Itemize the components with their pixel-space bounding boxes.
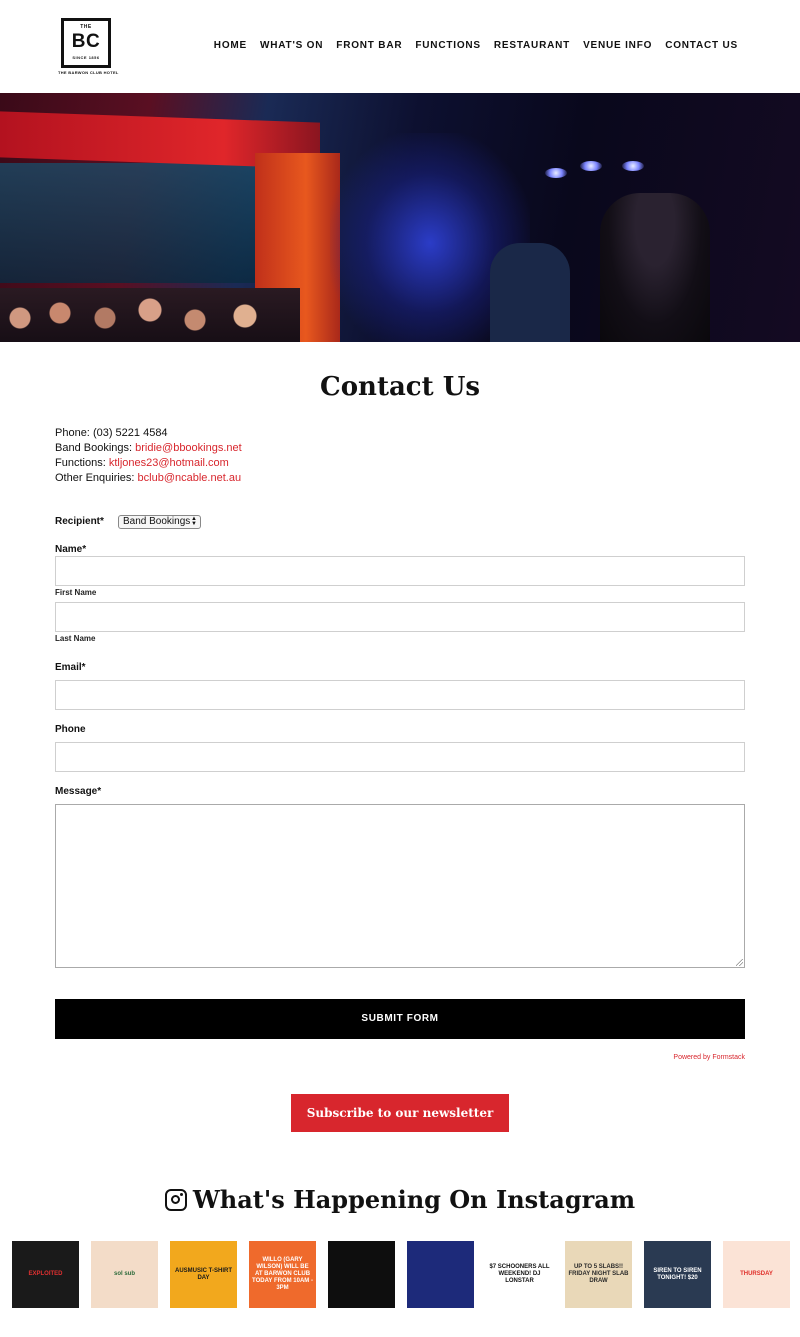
last-name-field[interactable] <box>55 602 745 632</box>
band-bookings-label: Band Bookings: <box>55 442 133 454</box>
site-header: THE BC SINCE 1856 THE BARWON CLUB HOTEL … <box>0 0 800 93</box>
band-bookings-email-link[interactable]: bridie@bbookings.net <box>135 442 242 454</box>
site-logo[interactable]: THE BC SINCE 1856 THE BARWON CLUB HOTEL <box>58 16 119 76</box>
nav-whats-on[interactable]: WHAT'S ON <box>260 40 323 51</box>
hero-singer <box>600 193 710 342</box>
band-bookings-line: Band Bookings: bridie@bbookings.net <box>55 441 242 456</box>
nav-functions[interactable]: FUNCTIONS <box>415 40 481 51</box>
instagram-post[interactable] <box>407 1241 474 1308</box>
message-label: Message* <box>55 786 102 797</box>
resize-grip-icon[interactable] <box>736 959 743 966</box>
instagram-post[interactable]: WILLO (GARY WILSON) WILL BE AT BARWON CL… <box>249 1241 316 1308</box>
instagram-feed: EXPLOITED sol sub AUSMUSIC T-SHIRT DAY WILL… <box>12 1241 790 1308</box>
instagram-post-text: AUSMUSIC T-SHIRT DAY <box>175 1267 232 1281</box>
instagram-heading: What's Happening On Instagram <box>0 1185 800 1214</box>
instagram-post[interactable]: THURSDAY <box>723 1241 790 1308</box>
logo-bc: BC <box>71 31 101 52</box>
instagram-post[interactable]: sol sub <box>91 1241 158 1308</box>
first-name-field[interactable] <box>55 556 745 586</box>
instagram-post-text: THURSDAY <box>740 1271 773 1277</box>
hero-image <box>0 93 800 342</box>
instagram-post-text: EXPLOITED <box>28 1271 63 1277</box>
newsletter-button[interactable]: Subscribe to our newsletter <box>291 1094 509 1132</box>
instagram-post[interactable]: SIREN TO SIREN TONIGHT! $20 <box>644 1241 711 1308</box>
logo-the: THE <box>80 24 92 30</box>
functions-email-link[interactable]: ktljones23@hotmail.com <box>109 457 229 469</box>
message-field[interactable] <box>55 804 745 968</box>
phone-line: Phone: (03) 5221 4584 <box>55 426 242 441</box>
instagram-post-text: sol sub <box>113 1271 135 1277</box>
nav-contact-us[interactable]: CONTACT US <box>665 40 738 51</box>
logo-frame: THE BC SINCE 1856 <box>61 18 111 68</box>
instagram-post[interactable] <box>328 1241 395 1308</box>
contact-title: Contact Us <box>320 372 480 402</box>
other-enquiries-line: Other Enquiries: bclub@ncable.net.au <box>55 471 242 486</box>
other-enquiries-label: Other Enquiries: <box>55 472 135 484</box>
instagram-post-text: UP TO 5 SLABS!! FRIDAY NIGHT SLAB DRAW <box>568 1264 629 1284</box>
powered-by-link[interactable]: Powered by Formstack <box>673 1054 745 1061</box>
instagram-post-text: SIREN TO SIREN TONIGHT! $20 <box>653 1267 702 1281</box>
email-label: Email* <box>55 662 86 673</box>
logo-subtitle: THE BARWON CLUB HOTEL <box>58 70 119 75</box>
nav-home[interactable]: HOME <box>214 40 247 51</box>
instagram-post-text: $7 SCHOONERS ALL WEEKEND! DJ LONSTAR <box>489 1264 550 1284</box>
submit-button[interactable]: SUBMIT FORM <box>55 999 745 1039</box>
hero-guitarist <box>490 243 570 342</box>
select-arrows-icon: ▲ ▼ <box>191 516 197 527</box>
phone-field-label: Phone <box>55 724 86 735</box>
nav-restaurant[interactable]: RESTAURANT <box>494 40 570 51</box>
last-name-label: Last Name <box>55 634 96 643</box>
name-label: Name* <box>55 544 87 555</box>
hero-wall <box>0 163 260 283</box>
other-enquiries-email-link[interactable]: bclub@ncable.net.au <box>138 472 242 484</box>
email-field[interactable] <box>55 680 745 710</box>
phone-label: Phone: <box>55 427 90 439</box>
instagram-post[interactable]: AUSMUSIC T-SHIRT DAY <box>170 1241 237 1308</box>
stage-light <box>622 161 644 171</box>
recipient-label: Recipient* <box>55 516 104 527</box>
instagram-icon <box>164 1189 187 1211</box>
stage-light <box>545 168 567 178</box>
phone-number: (03) 5221 4584 <box>92 427 168 439</box>
nav-front-bar[interactable]: FRONT BAR <box>336 40 402 51</box>
functions-line: Functions: ktljones23@hotmail.com <box>55 456 242 471</box>
functions-label: Functions: <box>55 457 106 469</box>
instagram-title: What's Happening On Instagram <box>192 1185 636 1214</box>
instagram-post[interactable]: UP TO 5 SLABS!! FRIDAY NIGHT SLAB DRAW <box>565 1241 632 1308</box>
recipient-select[interactable]: Band Bookings ▲ ▼ <box>118 515 201 529</box>
first-name-label: First Name <box>55 588 97 597</box>
main-nav: HOME WHAT'S ON FRONT BAR FUNCTIONS RESTA… <box>214 40 738 51</box>
phone-field[interactable] <box>55 742 745 772</box>
instagram-post-text: WILLO (GARY WILSON) WILL BE AT BARWON CL… <box>252 1257 313 1291</box>
hero-crowd <box>0 288 300 342</box>
logo-since: SINCE 1856 <box>72 55 100 60</box>
instagram-post[interactable]: EXPLOITED <box>12 1241 79 1308</box>
stage-light <box>580 161 602 171</box>
instagram-post[interactable]: $7 SCHOONERS ALL WEEKEND! DJ LONSTAR <box>486 1241 553 1308</box>
recipient-value: Band Bookings <box>123 516 191 527</box>
contact-info: Phone: (03) 5221 4584 Band Bookings: bri… <box>55 426 242 486</box>
nav-venue-info[interactable]: VENUE INFO <box>583 40 652 51</box>
